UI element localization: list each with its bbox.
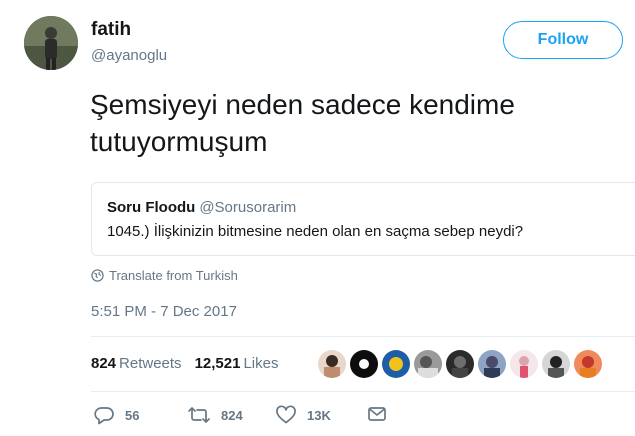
reply-button[interactable]: 56 [93, 405, 139, 425]
quoted-author-name: Soru Floodu [107, 199, 196, 216]
tweet-stats: 824 Retweets 12,521 Likes [91, 355, 278, 372]
retweet-count: 824 [221, 407, 243, 423]
message-button[interactable] [367, 405, 387, 423]
tweet-text-line: tutuyormuşum [90, 126, 268, 157]
likes-count: 12,521 [194, 355, 241, 372]
globe-icon [91, 269, 104, 282]
envelope-icon [368, 407, 386, 421]
quoted-tweet[interactable]: Soru Floodu @Sorusorarim 1045.) İlişkiniz… [91, 182, 635, 256]
retweets-label: Retweets [119, 355, 182, 372]
liker-avatar[interactable] [478, 350, 506, 378]
liker-avatar[interactable] [574, 350, 602, 378]
liker-avatar[interactable] [542, 350, 570, 378]
tweet-actions: 56 824 13K [91, 405, 391, 429]
liker-avatar[interactable] [414, 350, 442, 378]
liker-avatar[interactable] [510, 350, 538, 378]
retweet-icon [188, 407, 210, 423]
retweets-stat[interactable]: 824 Retweets [91, 355, 182, 372]
reply-count: 56 [125, 407, 140, 423]
translate-label: Translate from Turkish [109, 268, 238, 283]
heart-icon [276, 405, 296, 424]
likes-label: Likes [243, 355, 279, 372]
retweets-count: 824 [91, 355, 117, 372]
tweet-text-line: Şemsiyeyi neden sadece kendime [90, 89, 515, 120]
tweet-timestamp[interactable]: 5:51 PM - 7 Dec 2017 [91, 303, 237, 320]
reply-icon [94, 407, 114, 425]
like-button[interactable]: 13K [275, 405, 331, 425]
liker-avatar[interactable] [382, 350, 410, 378]
follow-button[interactable]: Follow [503, 21, 623, 59]
divider [91, 336, 635, 337]
divider [91, 391, 635, 392]
profile-photo-icon [24, 16, 78, 70]
author-name[interactable]: fatih [91, 19, 131, 41]
tweet-text: Şemsiyeyi neden sadece kendime tutuyormu… [90, 86, 610, 160]
quoted-tweet-text: 1045.) İlişkinizin bitmesine neden olan … [107, 223, 524, 240]
liker-avatar[interactable] [350, 350, 378, 378]
liker-avatar[interactable] [318, 350, 346, 378]
author-avatar[interactable] [24, 16, 78, 70]
liker-avatars [318, 350, 602, 378]
author-handle[interactable]: @ayanoglu [91, 47, 167, 64]
translate-link[interactable]: Translate from Turkish [91, 268, 238, 283]
retweet-button[interactable]: 824 [187, 405, 243, 425]
likes-stat[interactable]: 12,521 Likes [195, 355, 279, 372]
like-count: 13K [307, 407, 331, 423]
quoted-author-handle: @Sorusorarim [199, 199, 297, 216]
liker-avatar[interactable] [446, 350, 474, 378]
quoted-tweet-header: Soru Floodu @Sorusorarim [107, 199, 296, 216]
